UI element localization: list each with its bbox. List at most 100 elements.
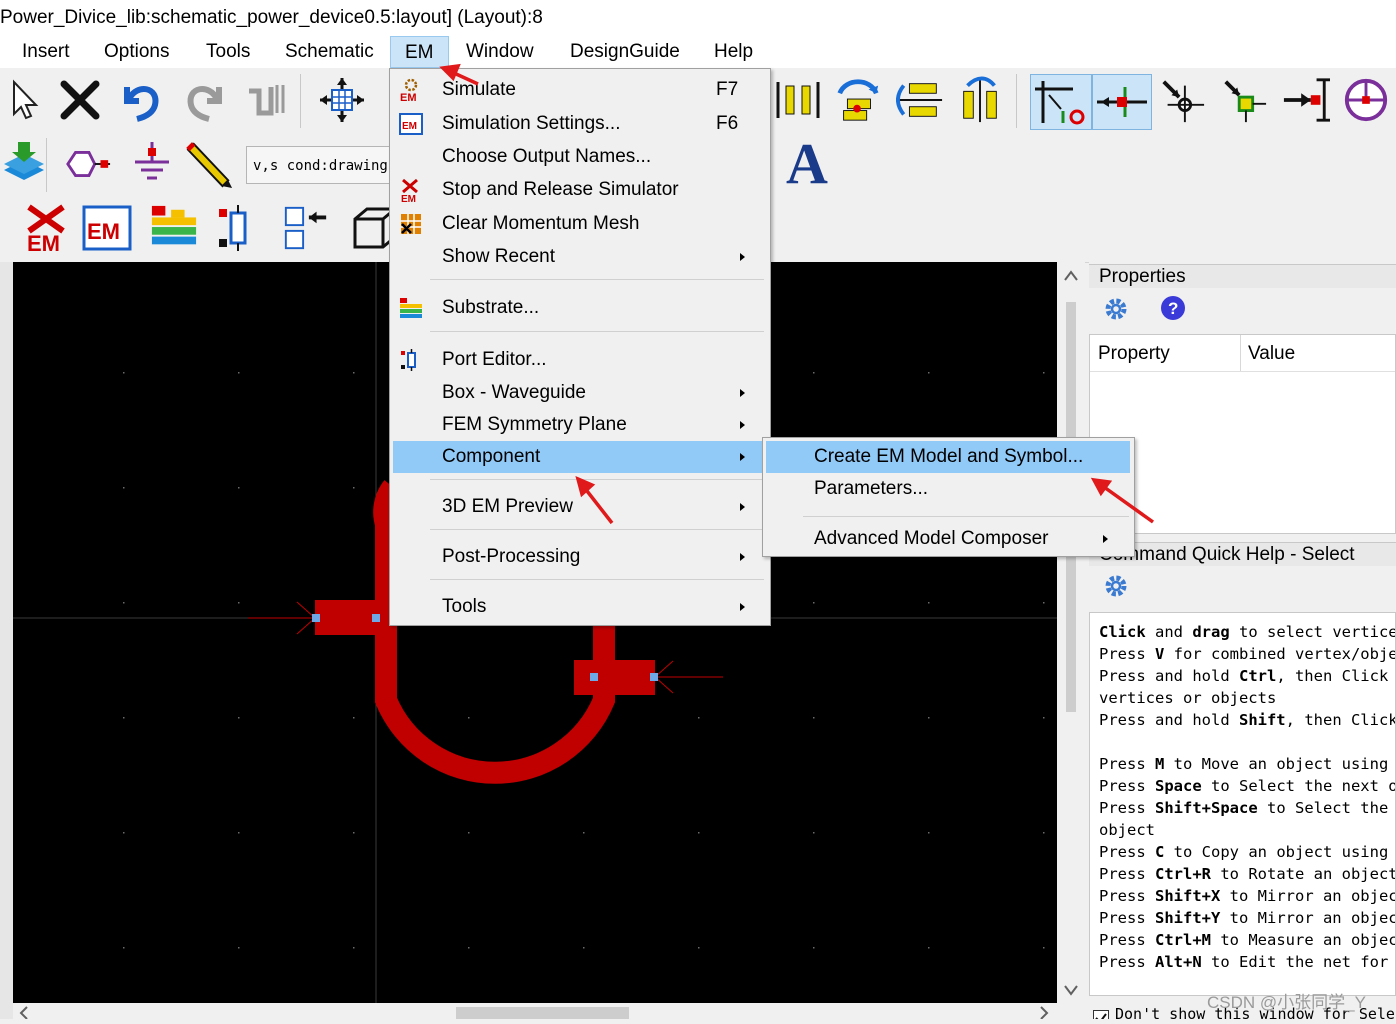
delete-icon[interactable] bbox=[56, 76, 104, 124]
rotate-component-icon[interactable] bbox=[834, 76, 882, 124]
layers-icon[interactable] bbox=[0, 140, 48, 188]
menu-item-clear-momentum-mesh[interactable]: Clear Momentum Mesh bbox=[393, 208, 767, 240]
menu-schematic[interactable]: Schematic bbox=[285, 36, 374, 68]
menu-separator bbox=[803, 516, 1129, 517]
mesh-icon bbox=[399, 212, 423, 236]
menu-item-component[interactable]: Component bbox=[393, 441, 767, 473]
em-simulate-toolbar-icon[interactable]: EM bbox=[82, 204, 132, 252]
submenu-arrow-icon bbox=[740, 603, 745, 611]
port-editor-label: Port Editor... bbox=[442, 349, 547, 370]
column-header-property[interactable]: Property bbox=[1098, 343, 1170, 365]
port-editor-toolbar-icon[interactable] bbox=[214, 204, 262, 252]
stop-release-simulator-label: Stop and Release Simulator bbox=[442, 179, 679, 200]
component-label: Component bbox=[442, 446, 541, 467]
help-icon[interactable]: ? bbox=[1160, 295, 1186, 326]
component-exchange-icon[interactable] bbox=[282, 204, 330, 252]
svg-text:EM: EM bbox=[27, 231, 60, 253]
snap-edge-icon[interactable] bbox=[1282, 76, 1330, 124]
move-grid-icon[interactable] bbox=[318, 76, 366, 124]
em-stop-toolbar-icon[interactable]: EM bbox=[22, 204, 70, 253]
quick-help-line bbox=[1099, 731, 1395, 753]
draw-pencil-icon[interactable] bbox=[186, 140, 234, 188]
submenu-arrow-icon bbox=[740, 453, 745, 461]
substrate-label: Substrate... bbox=[442, 297, 540, 318]
menu-item-stop-release-simulator[interactable]: EM Stop and Release Simulator bbox=[393, 174, 767, 206]
insert-port-icon[interactable] bbox=[64, 140, 112, 188]
menu-separator bbox=[430, 331, 764, 332]
left-dock-strip bbox=[0, 262, 13, 1019]
quick-help-title: Command Quick Help - Select bbox=[1089, 542, 1396, 566]
snap-toggle-icon[interactable] bbox=[1030, 74, 1092, 130]
properties-table: Property Value bbox=[1089, 334, 1396, 534]
select-pointer-icon[interactable] bbox=[0, 76, 48, 124]
port-editor-icon bbox=[399, 348, 423, 372]
column-header-value[interactable]: Value bbox=[1248, 343, 1295, 365]
menu-item-simulate[interactable]: EM Simulate F7 bbox=[393, 74, 767, 106]
redo-icon[interactable] bbox=[180, 76, 228, 124]
mirror-y-icon[interactable] bbox=[956, 76, 1004, 124]
snap-pin-icon[interactable] bbox=[1220, 76, 1268, 124]
quick-help-line: Press Shift+Y to Mirror an object bbox=[1099, 909, 1396, 927]
menu-item-port-editor[interactable]: Port Editor... bbox=[393, 344, 767, 376]
simulate-label: Simulate bbox=[442, 79, 516, 100]
align-distribute-icon[interactable] bbox=[774, 76, 822, 124]
menu-separator bbox=[430, 279, 764, 280]
menu-item-substrate[interactable]: Substrate... bbox=[393, 292, 767, 324]
svg-text:?: ? bbox=[1168, 299, 1178, 318]
menu-designguide[interactable]: DesignGuide bbox=[570, 36, 680, 68]
menu-item-simulation-settings[interactable]: EM Simulation Settings... F6 bbox=[393, 108, 767, 140]
scroll-down-icon bbox=[1064, 985, 1078, 996]
menu-em[interactable]: EM bbox=[390, 36, 449, 68]
vertical-scrollbar[interactable] bbox=[1057, 262, 1085, 1003]
menu-separator bbox=[430, 479, 764, 480]
menu-item-create-em-model-symbol[interactable]: Create EM Model and Symbol... bbox=[766, 441, 1130, 473]
properties-settings-icon[interactable] bbox=[1103, 296, 1129, 327]
menu-help[interactable]: Help bbox=[714, 36, 753, 68]
quick-help-line: Press Ctrl+M to Measure an object bbox=[1099, 931, 1396, 949]
svg-text:EM: EM bbox=[400, 92, 417, 102]
quick-help-line: Press V for combined vertex/object bbox=[1099, 645, 1396, 663]
quick-help-line: object bbox=[1099, 821, 1155, 839]
menu-item-3d-em-preview[interactable]: 3D EM Preview bbox=[393, 491, 767, 523]
snap-vertex-icon[interactable] bbox=[1158, 76, 1206, 124]
quick-help-settings-icon[interactable] bbox=[1103, 573, 1129, 604]
snap-angle-icon[interactable] bbox=[1342, 76, 1390, 124]
em-stop-icon: EM bbox=[399, 178, 423, 205]
insert-ground-icon[interactable] bbox=[128, 140, 176, 188]
substrate-icon bbox=[399, 296, 423, 320]
command-field[interactable]: v,s cond:drawing bbox=[246, 146, 396, 184]
menu-item-box-waveguide[interactable]: Box - Waveguide bbox=[393, 377, 767, 409]
menu-item-choose-output-names[interactable]: Choose Output Names... bbox=[393, 141, 767, 173]
menu-item-show-recent[interactable]: Show Recent bbox=[393, 241, 767, 273]
menu-bar: Insert Options Tools Schematic EM Window… bbox=[0, 36, 1396, 68]
menu-item-advanced-model-composer[interactable]: Advanced Model Composer bbox=[766, 523, 1130, 555]
watermark: CSDN @小张同学_Y bbox=[1207, 993, 1366, 1012]
menu-window[interactable]: Window bbox=[466, 36, 534, 68]
menu-item-tools[interactable]: Tools bbox=[393, 591, 767, 623]
menu-item-post-processing[interactable]: Post-Processing bbox=[393, 541, 767, 573]
mirror-x-icon[interactable] bbox=[896, 76, 944, 124]
submenu-arrow-icon bbox=[740, 503, 745, 511]
substrate-toolbar-icon[interactable] bbox=[150, 204, 198, 252]
menu-item-fem-symmetry-plane[interactable]: FEM Symmetry Plane bbox=[393, 409, 767, 441]
quick-help-line: Press C to Copy an object using r bbox=[1099, 843, 1396, 861]
insert-text-glyph: A bbox=[786, 131, 828, 196]
dont-show-checkbox[interactable] bbox=[1093, 1009, 1109, 1019]
insert-text-icon[interactable]: A bbox=[780, 131, 834, 196]
menu-insert[interactable]: Insert bbox=[22, 36, 70, 68]
window-title: Power_Divice_lib:schematic_power_device0… bbox=[0, 0, 1396, 36]
menu-tools[interactable]: Tools bbox=[206, 36, 250, 68]
create-em-model-symbol-label: Create EM Model and Symbol... bbox=[814, 446, 1084, 467]
choose-output-names-label: Choose Output Names... bbox=[442, 146, 652, 167]
show-recent-label: Show Recent bbox=[442, 246, 556, 267]
undo-icon[interactable] bbox=[118, 76, 166, 124]
simulation-settings-label: Simulation Settings... bbox=[442, 113, 621, 134]
horizontal-scrollbar[interactable] bbox=[13, 1003, 1057, 1020]
advanced-model-composer-label: Advanced Model Composer bbox=[814, 528, 1049, 549]
snap-midpoint-icon[interactable] bbox=[1092, 74, 1152, 130]
repeat-icon[interactable] bbox=[242, 76, 290, 124]
menu-item-parameters[interactable]: Parameters... bbox=[766, 473, 1130, 505]
quick-help-line: vertices or objects bbox=[1099, 689, 1277, 707]
menu-options[interactable]: Options bbox=[104, 36, 169, 68]
quick-help-line: Click and drag to select vertices bbox=[1099, 623, 1396, 641]
